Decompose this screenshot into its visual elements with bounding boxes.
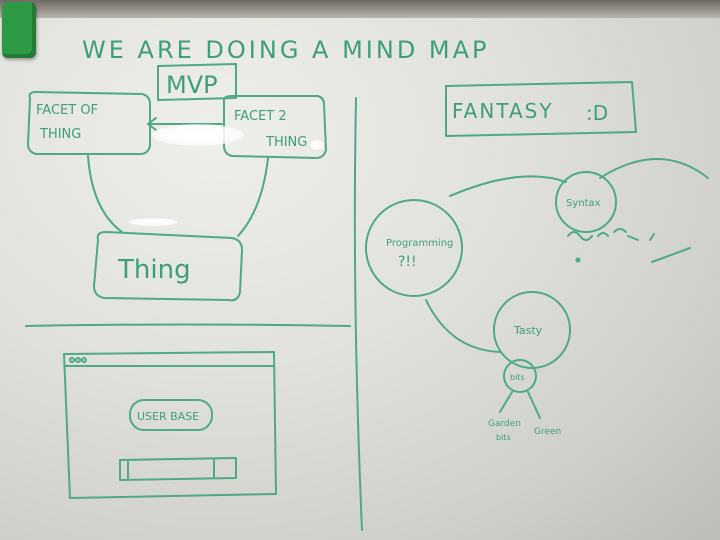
mvp-label: MVP: [166, 71, 218, 99]
arc-top: [449, 175, 567, 197]
facet-right-line-1: FACET 2: [234, 109, 287, 124]
wireframe-input: [119, 457, 237, 481]
root-left-line-1: Garden: [488, 419, 521, 429]
connector-right: [237, 157, 269, 237]
bubble-syntax-label: Syntax: [566, 198, 601, 209]
fantasy-smiley: :D: [586, 101, 608, 125]
horizontal-divider: [25, 323, 351, 327]
wireframe-button-label: USER BASE: [137, 410, 199, 423]
light-glare-right: [310, 140, 324, 150]
vertical-divider: [353, 97, 363, 531]
wireframe-input-dividers: [127, 459, 215, 479]
arc-bottom: [425, 299, 501, 353]
facet-left-box: [27, 91, 151, 155]
bubble-roots: [499, 391, 541, 419]
facet-left-line-2: THING: [39, 127, 81, 142]
root-right-label: Green: [534, 427, 561, 437]
wireframe-dot-3: [81, 357, 87, 363]
board-title: WE ARE DOING A MIND MAP: [82, 36, 490, 64]
marker-drawing: WE ARE DOING A MIND MAP MVP FACET OF THI…: [25, 36, 709, 531]
scribble-dot: [575, 257, 581, 263]
fantasy-label: FANTASY: [452, 99, 554, 123]
bubble-tasty-label: Tasty: [513, 324, 543, 337]
bubble-programming-sub: ?!!: [398, 254, 417, 270]
wireframe-dot-2: [75, 357, 81, 363]
root-left-line-2: bits: [496, 433, 511, 442]
bubble-programming-label: Programming: [386, 238, 453, 249]
marker-line-scribble: [651, 247, 691, 263]
thing-label: Thing: [117, 255, 191, 285]
facet-right-line-2: THING: [265, 135, 307, 150]
wireframe-dot-1: [69, 357, 75, 363]
arc-right: [599, 158, 709, 179]
connector-left: [87, 155, 123, 233]
facet-left-line-1: FACET OF: [36, 103, 98, 118]
light-glare-small: [128, 218, 178, 226]
wireframe-window: [63, 351, 277, 499]
light-glare-large: [152, 124, 244, 146]
bubble-small-label: bits: [510, 373, 525, 382]
